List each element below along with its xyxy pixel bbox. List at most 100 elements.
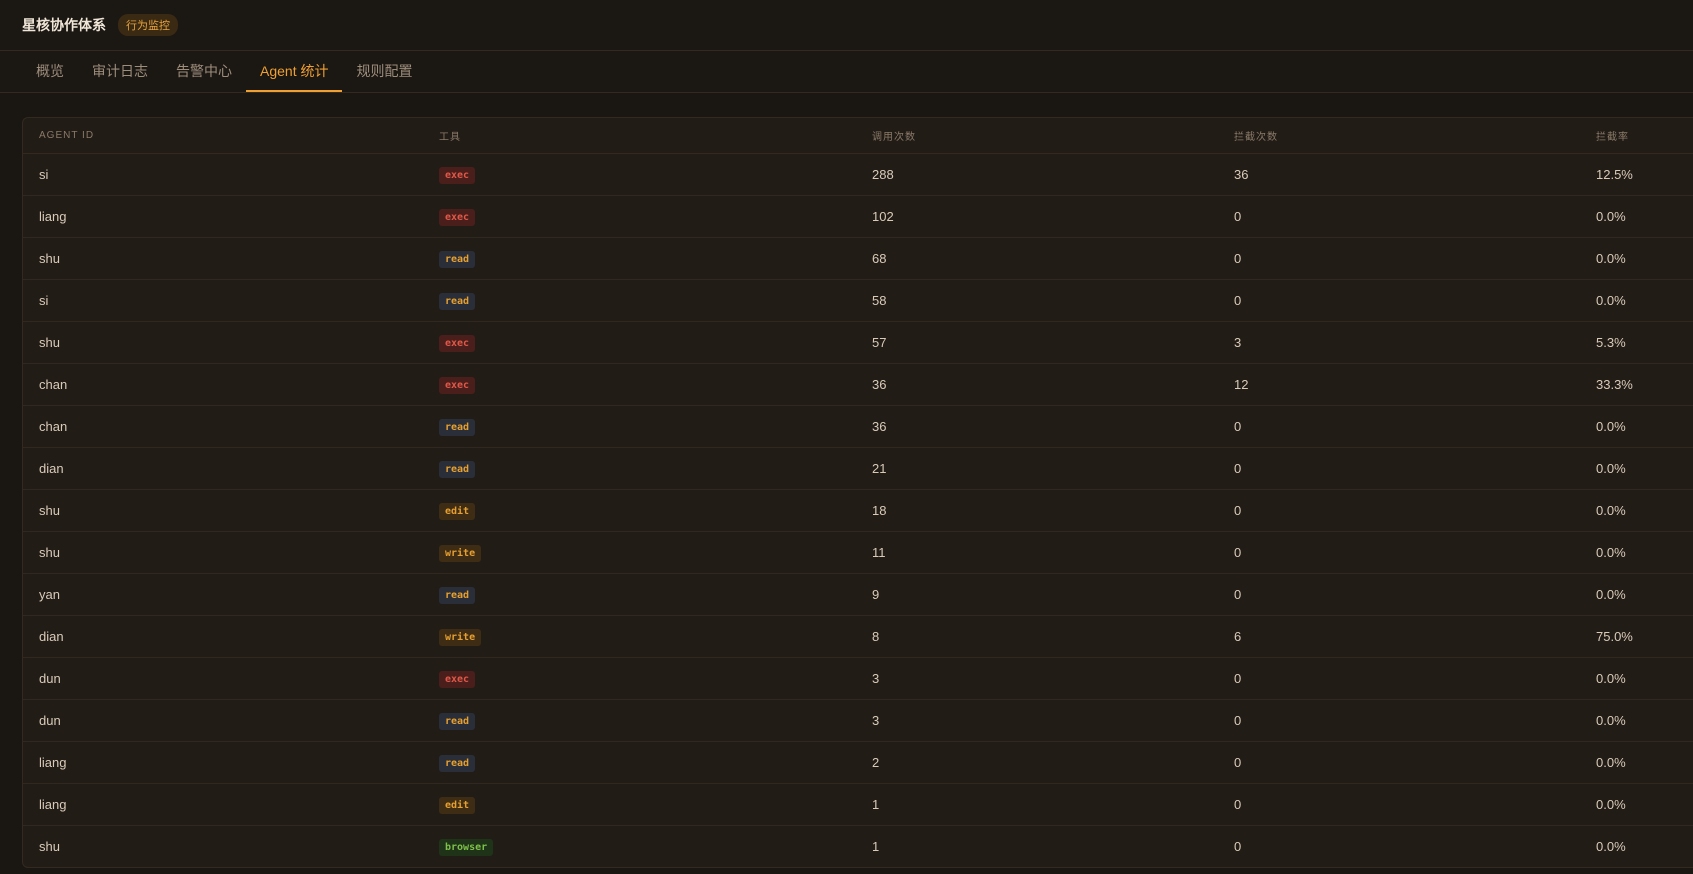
column-header-block-rate[interactable]: 拦截率 bbox=[1580, 118, 1693, 154]
main-content: AGENT ID 工具 调用次数 拦截次数 拦截率 si exec 288 36 12.… bbox=[0, 93, 1693, 868]
tool-cell: read bbox=[423, 573, 856, 616]
block-rate-cell: 0.0% bbox=[1580, 699, 1693, 742]
tab-overview[interactable]: 概览 bbox=[22, 51, 78, 92]
agent-id-cell: chan bbox=[23, 363, 423, 406]
tab-rule-config[interactable]: 规则配置 bbox=[342, 51, 426, 92]
tab-bar: 概览 审计日志 告警中心 Agent 统计 规则配置 bbox=[0, 51, 1693, 93]
mode-badge: 行为监控 bbox=[118, 14, 178, 36]
tool-tag: edit bbox=[439, 502, 476, 520]
calls-cell: 102 bbox=[856, 195, 1218, 238]
block-rate-cell: 33.3% bbox=[1580, 363, 1693, 406]
calls-cell: 68 bbox=[856, 237, 1218, 280]
agent-id-cell: si bbox=[23, 279, 423, 322]
block-rate-cell: 0.0% bbox=[1580, 195, 1693, 238]
blocked-cell: 0 bbox=[1218, 741, 1580, 784]
table-row[interactable]: chan read 36 0 0.0% bbox=[23, 405, 1693, 448]
calls-cell: 11 bbox=[856, 531, 1218, 574]
tool-cell: browser bbox=[423, 826, 856, 868]
tool-cell: exec bbox=[423, 153, 856, 196]
table-row[interactable]: shu browser 1 0 0.0% bbox=[23, 826, 1693, 868]
tool-tag: exec bbox=[439, 376, 476, 394]
tool-cell: read bbox=[423, 405, 856, 448]
calls-cell: 1 bbox=[856, 783, 1218, 826]
table-row[interactable]: chan exec 36 12 33.3% bbox=[23, 363, 1693, 406]
calls-cell: 2 bbox=[856, 741, 1218, 784]
agent-id-cell: dian bbox=[23, 447, 423, 490]
calls-cell: 288 bbox=[856, 153, 1218, 196]
table-row[interactable]: shu read 68 0 0.0% bbox=[23, 237, 1693, 280]
tool-cell: edit bbox=[423, 783, 856, 826]
table-row[interactable]: si exec 288 36 12.5% bbox=[23, 153, 1693, 196]
block-rate-cell: 0.0% bbox=[1596, 839, 1626, 854]
column-header-agent-id[interactable]: AGENT ID bbox=[23, 118, 423, 154]
calls-cell: 57 bbox=[856, 321, 1218, 364]
agent-stats-table: AGENT ID 工具 调用次数 拦截次数 拦截率 si exec 288 36 12.… bbox=[22, 117, 1693, 868]
calls-cell: 3 bbox=[856, 699, 1218, 742]
blocked-cell: 0 bbox=[1218, 783, 1580, 826]
calls-cell: 21 bbox=[856, 447, 1218, 490]
calls-cell: 8 bbox=[856, 615, 1218, 658]
tool-cell: write bbox=[423, 615, 856, 658]
agent-id-cell: liang bbox=[23, 741, 423, 784]
table-row[interactable]: dian write 8 6 75.0% bbox=[23, 615, 1693, 658]
calls-cell: 36 bbox=[856, 405, 1218, 448]
blocked-cell: 0 bbox=[1234, 839, 1242, 854]
blocked-cell: 0 bbox=[1218, 573, 1580, 616]
agent-id-cell: dian bbox=[23, 615, 423, 658]
table-row[interactable]: yan read 9 0 0.0% bbox=[23, 573, 1693, 616]
table-row[interactable]: liang exec 102 0 0.0% bbox=[23, 195, 1693, 238]
blocked-cell: 0 bbox=[1218, 447, 1580, 490]
block-rate-cell: 0.0% bbox=[1580, 279, 1693, 322]
blocked-cell: 12 bbox=[1218, 363, 1580, 406]
table-row[interactable]: dun exec 3 0 0.0% bbox=[23, 657, 1693, 700]
column-header-tool[interactable]: 工具 bbox=[423, 118, 856, 154]
table-row[interactable]: dian read 21 0 0.0% bbox=[23, 447, 1693, 490]
column-header-calls[interactable]: 调用次数 bbox=[856, 118, 1218, 154]
tool-cell: read bbox=[423, 237, 856, 280]
calls-cell: 9 bbox=[856, 573, 1218, 616]
table-row[interactable]: liang read 2 0 0.0% bbox=[23, 741, 1693, 784]
block-rate-cell: 75.0% bbox=[1580, 615, 1693, 658]
blocked-cell: 0 bbox=[1218, 237, 1580, 280]
block-rate-cell: 0.0% bbox=[1580, 405, 1693, 448]
top-bar: 星核协作体系 行为监控 bbox=[0, 0, 1693, 51]
block-rate-cell: 0.0% bbox=[1580, 783, 1693, 826]
agent-id-cell: shu bbox=[23, 237, 423, 280]
tab-audit-log[interactable]: 审计日志 bbox=[78, 51, 162, 92]
block-rate-cell: 0.0% bbox=[1580, 447, 1693, 490]
blocked-cell: 0 bbox=[1218, 657, 1580, 700]
tool-cell: edit bbox=[423, 489, 856, 532]
column-header-blocked[interactable]: 拦截次数 bbox=[1218, 118, 1580, 154]
block-rate-cell: 0.0% bbox=[1580, 657, 1693, 700]
block-rate-cell: 0.0% bbox=[1580, 489, 1693, 532]
blocked-cell: 0 bbox=[1218, 489, 1580, 532]
calls-cell: 18 bbox=[856, 489, 1218, 532]
calls-cell: 3 bbox=[856, 657, 1218, 700]
tool-cell: exec bbox=[423, 195, 856, 238]
tool-cell: read bbox=[423, 279, 856, 322]
tool-cell: write bbox=[423, 531, 856, 574]
table-row[interactable]: shu edit 18 0 0.0% bbox=[23, 489, 1693, 532]
tab-alert-center[interactable]: 告警中心 bbox=[162, 51, 246, 92]
tool-tag: read bbox=[439, 460, 476, 478]
calls-cell: 58 bbox=[856, 279, 1218, 322]
agent-id-cell: yan bbox=[23, 573, 423, 616]
agent-id-cell: shu bbox=[39, 839, 60, 854]
agent-id-cell: shu bbox=[23, 489, 423, 532]
table-row[interactable]: shu write 11 0 0.0% bbox=[23, 531, 1693, 574]
agent-id-cell: si bbox=[23, 153, 423, 196]
calls-cell: 36 bbox=[856, 363, 1218, 406]
agent-id-cell: liang bbox=[23, 783, 423, 826]
agent-id-cell: chan bbox=[23, 405, 423, 448]
table-row[interactable]: shu exec 57 3 5.3% bbox=[23, 321, 1693, 364]
tool-tag: exec bbox=[439, 208, 476, 226]
table-row[interactable]: liang edit 1 0 0.0% bbox=[23, 783, 1693, 826]
tool-cell: read bbox=[423, 447, 856, 490]
tool-tag: read bbox=[439, 586, 476, 604]
agent-id-cell: shu bbox=[23, 531, 423, 574]
table-row[interactable]: si read 58 0 0.0% bbox=[23, 279, 1693, 322]
tool-tag: browser bbox=[439, 838, 494, 856]
tab-agent-stats[interactable]: Agent 统计 bbox=[246, 51, 343, 92]
agent-id-cell: shu bbox=[23, 321, 423, 364]
table-row[interactable]: dun read 3 0 0.0% bbox=[23, 699, 1693, 742]
